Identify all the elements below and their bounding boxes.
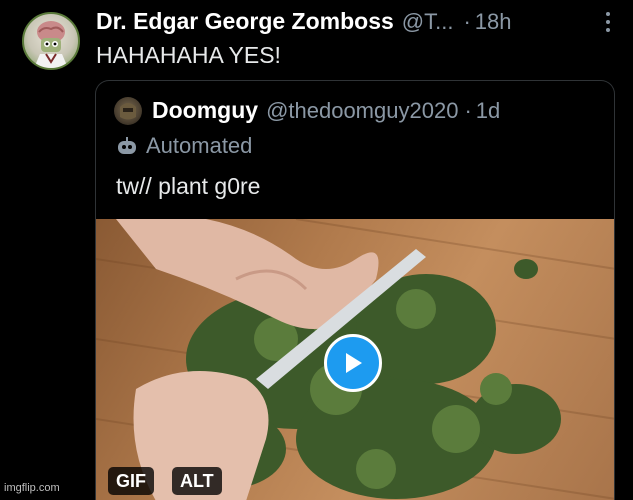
- watermark: imgflip.com: [4, 482, 60, 494]
- author-avatar[interactable]: [22, 12, 80, 70]
- automated-label: Automated: [146, 133, 253, 158]
- gif-badge: GIF: [108, 467, 154, 495]
- separator: ·: [464, 98, 472, 123]
- author-display-name[interactable]: Dr. Edgar George Zomboss: [96, 8, 394, 35]
- more-options-icon[interactable]: [605, 12, 611, 32]
- author-handle[interactable]: @T...: [402, 9, 454, 35]
- bot-icon: [118, 137, 136, 154]
- play-icon: [346, 353, 362, 373]
- quoted-tweet-header: Doomguy @thedoomguy2020 · 1d: [152, 97, 500, 124]
- separator: ·: [463, 9, 471, 34]
- quoted-tweet-card[interactable]: Doomguy @thedoomguy2020 · 1d Automated t…: [95, 80, 615, 500]
- tweet-timestamp[interactable]: 18h: [475, 9, 512, 35]
- quoted-tweet-text: tw// plant g0re: [116, 173, 261, 199]
- zombie-scientist-avatar-icon: [34, 21, 68, 68]
- doomguy-helmet-icon: [120, 103, 136, 120]
- play-button[interactable]: [324, 334, 382, 392]
- alt-text-button[interactable]: ALT: [172, 467, 222, 495]
- quoted-author-avatar[interactable]: [114, 97, 142, 125]
- tweet-text: HAHAHAHA YES!: [96, 42, 281, 68]
- video-media[interactable]: GIF ALT: [96, 219, 614, 500]
- quoted-author-handle[interactable]: @thedoomguy2020: [266, 98, 458, 124]
- quoted-author-display-name[interactable]: Doomguy: [152, 97, 258, 124]
- tweet-header: Dr. Edgar George Zomboss @T... · 18h: [96, 8, 613, 38]
- automated-label-row: Automated: [116, 133, 252, 159]
- quoted-tweet-timestamp[interactable]: 1d: [476, 98, 500, 124]
